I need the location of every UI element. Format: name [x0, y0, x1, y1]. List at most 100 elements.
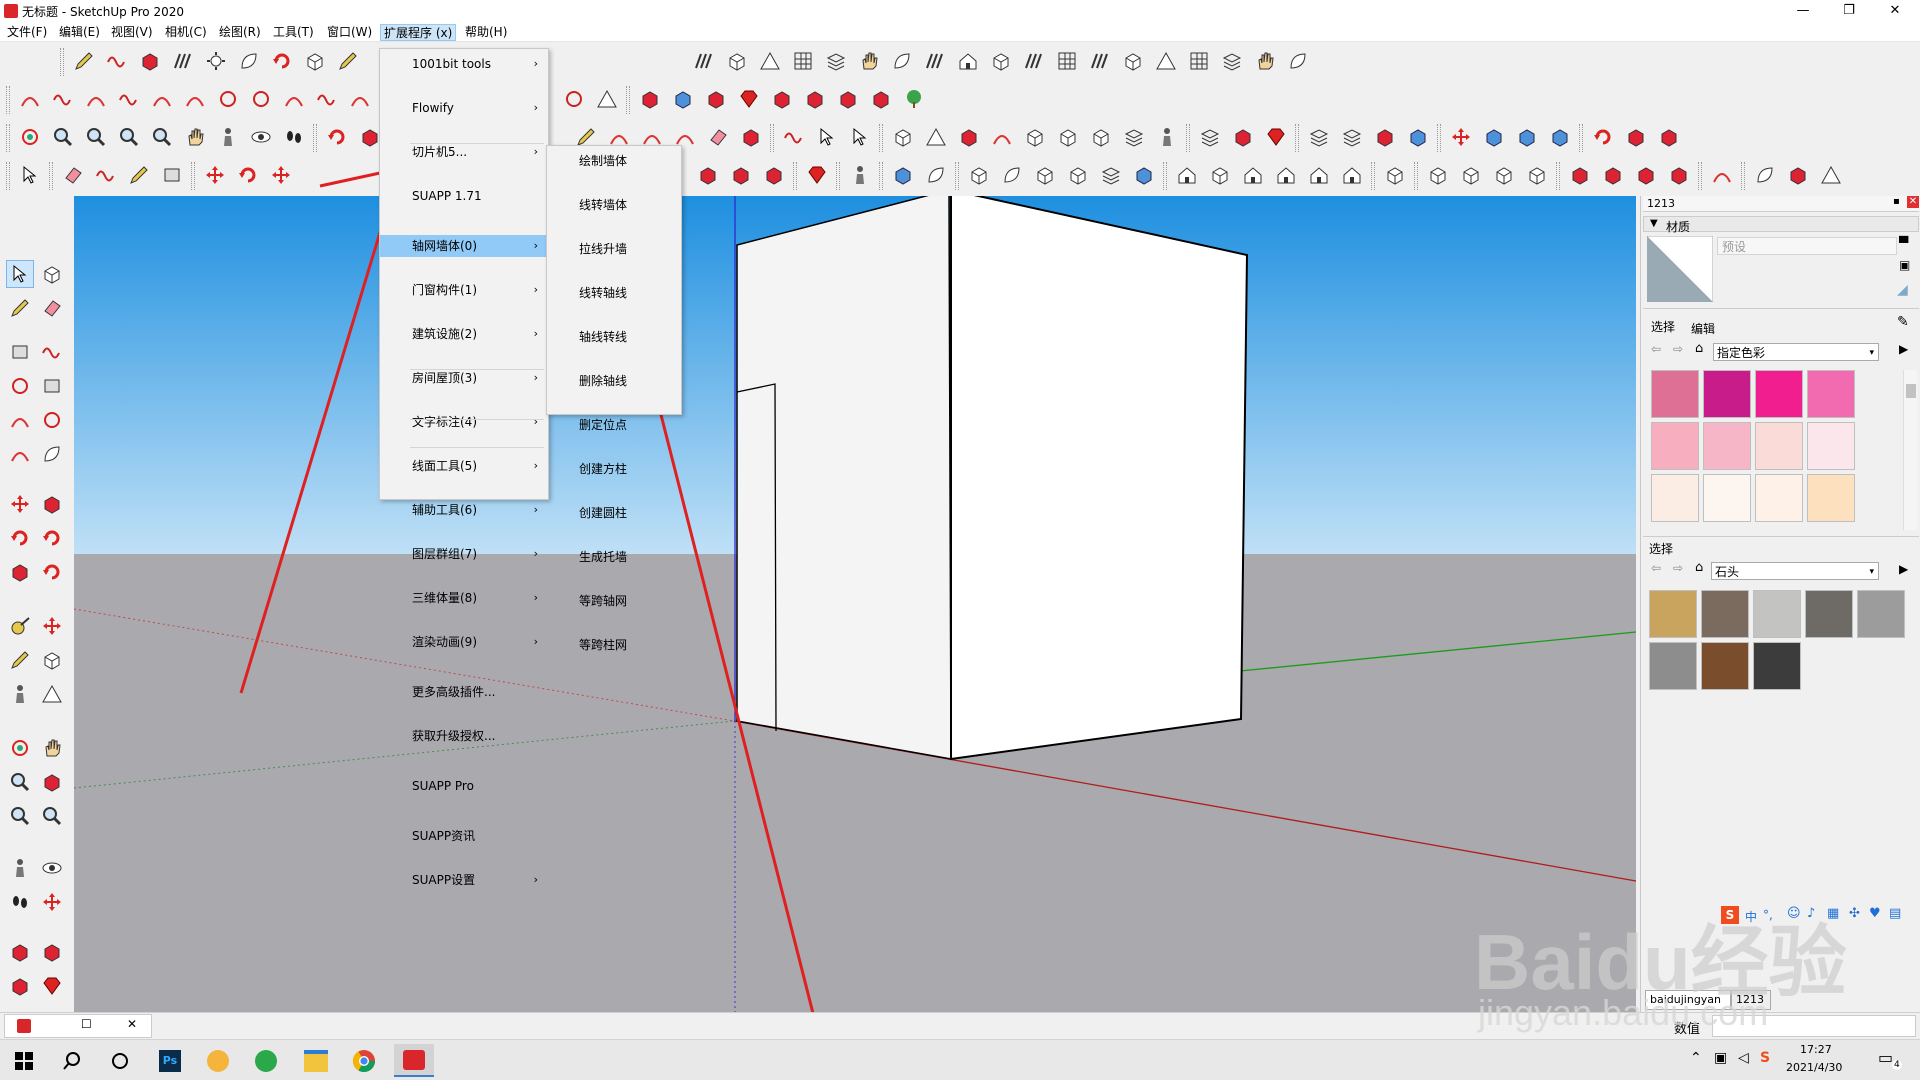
arrow-icon[interactable]	[846, 123, 874, 151]
rotate-icon[interactable]	[268, 47, 296, 75]
taskbar-file-explorer[interactable]	[296, 1044, 336, 1077]
library-select-stone[interactable]: 石头 ▾	[1711, 562, 1879, 580]
submenu-item-5[interactable]: 删除轴线	[547, 370, 681, 392]
move-icon[interactable]	[38, 612, 66, 640]
toolbar-grip[interactable]	[60, 48, 64, 76]
back-icon[interactable]: ⇦	[1651, 342, 1661, 356]
toolbar-grip[interactable]	[836, 162, 840, 190]
color-swatch[interactable]	[1755, 474, 1803, 522]
task-view-button[interactable]	[100, 1044, 140, 1077]
ext-menu-item-16[interactable]: SUAPP Pro	[380, 775, 548, 797]
grid-icon[interactable]	[1185, 47, 1213, 75]
rotate-icon[interactable]	[6, 524, 34, 552]
tray-tab-baidu[interactable]: baidujingyan	[1645, 990, 1731, 1010]
redbox-icon[interactable]	[38, 938, 66, 966]
eraser-icon[interactable]	[38, 294, 66, 322]
box-icon[interactable]	[1031, 161, 1059, 189]
stack-icon[interactable]	[1196, 123, 1224, 151]
model-viewport[interactable]	[74, 196, 1636, 1012]
rect-icon[interactable]	[158, 161, 186, 189]
gem-icon[interactable]	[803, 161, 831, 189]
toolbar-grip[interactable]	[6, 124, 10, 152]
tray-tab-1213[interactable]: 1213	[1731, 990, 1771, 1010]
status-mini-window[interactable]: ☐ ✕	[4, 1014, 152, 1038]
stone-swatch[interactable]	[1753, 590, 1801, 638]
microphone-icon[interactable]: ♪	[1807, 906, 1815, 921]
person-icon[interactable]	[6, 854, 34, 882]
redbox-icon[interactable]	[6, 938, 34, 966]
menu-extensions[interactable]: 扩展程序 (x)	[380, 24, 457, 41]
box-icon[interactable]	[1021, 123, 1049, 151]
box-icon[interactable]	[723, 47, 751, 75]
taskbar-sketchup[interactable]	[394, 1044, 434, 1077]
ext-menu-item-7[interactable]: 房间屋顶(3) ›	[380, 367, 548, 389]
ime-mode-chinese[interactable]: 中	[1745, 908, 1757, 925]
redbox-icon[interactable]	[801, 85, 829, 113]
scrollbar-thumb[interactable]	[1906, 384, 1916, 398]
submenu-item-8[interactable]: 创建圆柱	[547, 502, 681, 524]
start-button[interactable]	[4, 1044, 44, 1077]
minimize-button[interactable]: —	[1780, 0, 1826, 22]
rotate-icon[interactable]	[234, 161, 262, 189]
material-name-field[interactable]: 预设	[1717, 237, 1897, 255]
box-icon[interactable]	[965, 161, 993, 189]
gem-icon[interactable]	[735, 85, 763, 113]
eraser-icon[interactable]	[59, 161, 87, 189]
pencil-icon[interactable]	[6, 294, 34, 322]
wave-icon[interactable]	[92, 161, 120, 189]
arc-icon[interactable]	[148, 85, 176, 113]
stack-icon[interactable]	[1097, 161, 1125, 189]
ext-menu-item-13[interactable]: 渲染动画(9) ›	[380, 631, 548, 653]
menu-file[interactable]: 文件(F)	[4, 24, 50, 41]
grid-icon[interactable]	[789, 47, 817, 75]
redbox-icon[interactable]	[1655, 123, 1683, 151]
details-arrow-icon[interactable]: ▶	[1899, 342, 1908, 356]
ext-menu-item-0[interactable]: 1001bit tools ›	[380, 53, 548, 75]
toolbar-grip[interactable]	[1163, 162, 1167, 190]
menu-camera[interactable]: 相机(C)	[162, 24, 210, 41]
ext-menu-item-2[interactable]: 切片机5... ›	[380, 141, 548, 163]
box-icon[interactable]	[1064, 161, 1092, 189]
sun-icon[interactable]	[202, 47, 230, 75]
house-icon[interactable]	[954, 47, 982, 75]
submenu-item-2[interactable]: 拉线升墙	[547, 238, 681, 260]
ext-menu-item-12[interactable]: 三维体量(8) ›	[380, 587, 548, 609]
rotate-icon[interactable]	[1589, 123, 1617, 151]
toolbar-grip[interactable]	[1437, 124, 1441, 152]
emoji-icon[interactable]: ☺	[1787, 906, 1801, 921]
toolbar-grip[interactable]	[626, 86, 630, 114]
color-swatch[interactable]	[1755, 422, 1803, 470]
ext-menu-item-6[interactable]: 建筑设施(2) ›	[380, 323, 548, 345]
stone-swatch[interactable]	[1701, 590, 1749, 638]
color-swatch[interactable]	[1703, 422, 1751, 470]
color-swatch[interactable]	[1651, 474, 1699, 522]
redbox-icon[interactable]	[760, 161, 788, 189]
person-icon[interactable]	[1153, 123, 1181, 151]
restore-button[interactable]: ❐	[1826, 0, 1872, 22]
box-icon[interactable]	[38, 646, 66, 674]
person-icon[interactable]	[846, 161, 874, 189]
arrow-icon[interactable]	[6, 260, 34, 288]
clock-date[interactable]: 2021/4/30	[1786, 1061, 1842, 1074]
color-swatch[interactable]	[1703, 370, 1751, 418]
submenu-item-3[interactable]: 线转轴线	[547, 282, 681, 304]
triangle-icon[interactable]	[1817, 161, 1845, 189]
sogou-tray-icon[interactable]: S	[1760, 1050, 1770, 1066]
gem-icon[interactable]	[1262, 123, 1290, 151]
pencil-icon[interactable]	[6, 646, 34, 674]
tools-icon[interactable]: ✣	[1849, 906, 1860, 921]
person-icon[interactable]	[6, 680, 34, 708]
sample-paint-icon[interactable]: ◢	[1897, 282, 1908, 298]
blueblock-icon[interactable]	[1546, 123, 1574, 151]
magnify-icon[interactable]	[148, 123, 176, 151]
circle-icon[interactable]	[560, 85, 588, 113]
submenu-item-7[interactable]: 创建方柱	[547, 458, 681, 480]
person-icon[interactable]	[214, 123, 242, 151]
stripes-icon[interactable]	[1086, 47, 1114, 75]
box-icon[interactable]	[1523, 161, 1551, 189]
submenu-item-4[interactable]: 轴线转线	[547, 326, 681, 348]
redbox-icon[interactable]	[955, 123, 983, 151]
redbox-icon[interactable]	[737, 123, 765, 151]
toolbar-grip[interactable]	[770, 124, 774, 152]
leaf-icon[interactable]	[235, 47, 263, 75]
